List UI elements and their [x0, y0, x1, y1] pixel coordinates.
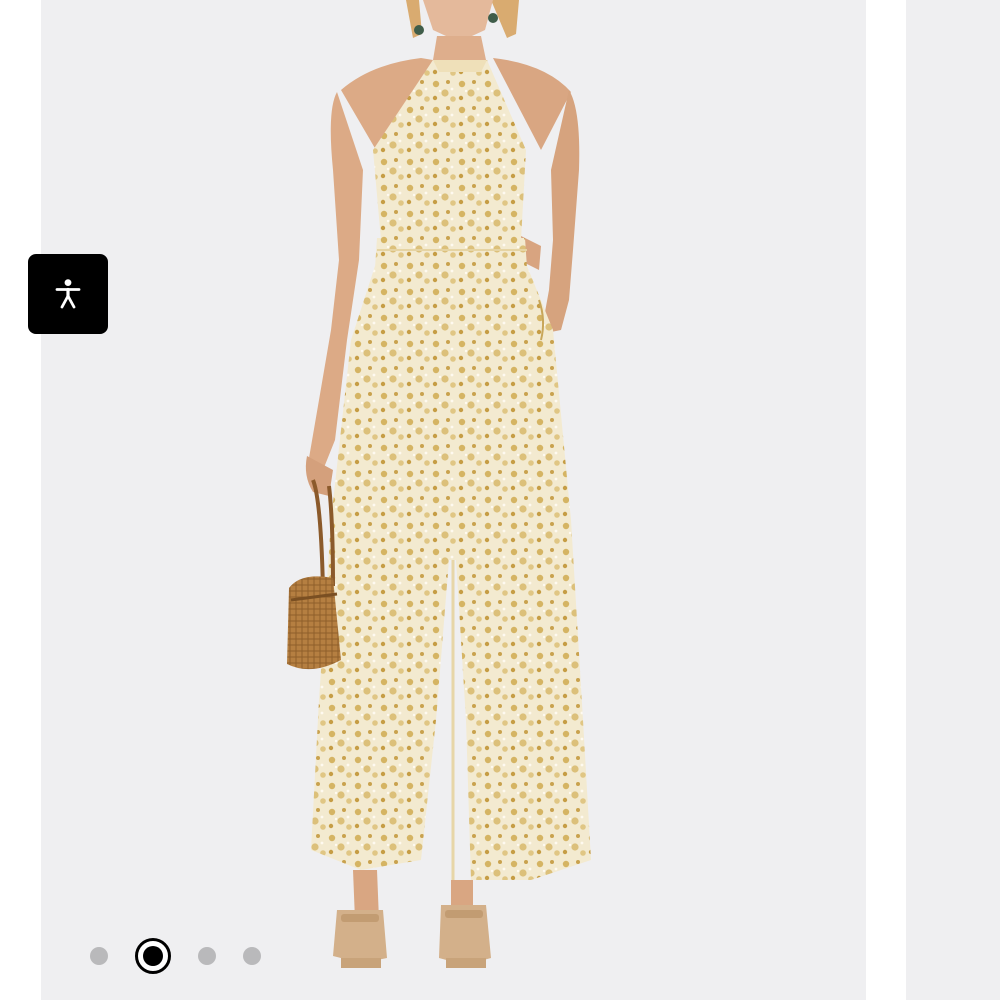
next-slide-preview[interactable]: [906, 0, 1000, 1000]
carousel-dot-2-active[interactable]: [135, 938, 171, 974]
carousel-pagination: [90, 938, 261, 974]
accessibility-button[interactable]: [28, 254, 108, 334]
product-page: [0, 0, 1000, 1000]
active-dot-center: [143, 946, 163, 966]
carousel-dot-4[interactable]: [243, 947, 261, 965]
product-image-slide[interactable]: [41, 0, 866, 1000]
accessibility-person-icon: [55, 279, 81, 309]
product-photo: [287, 0, 591, 968]
carousel-dot-1[interactable]: [90, 947, 108, 965]
carousel-dot-3[interactable]: [198, 947, 216, 965]
